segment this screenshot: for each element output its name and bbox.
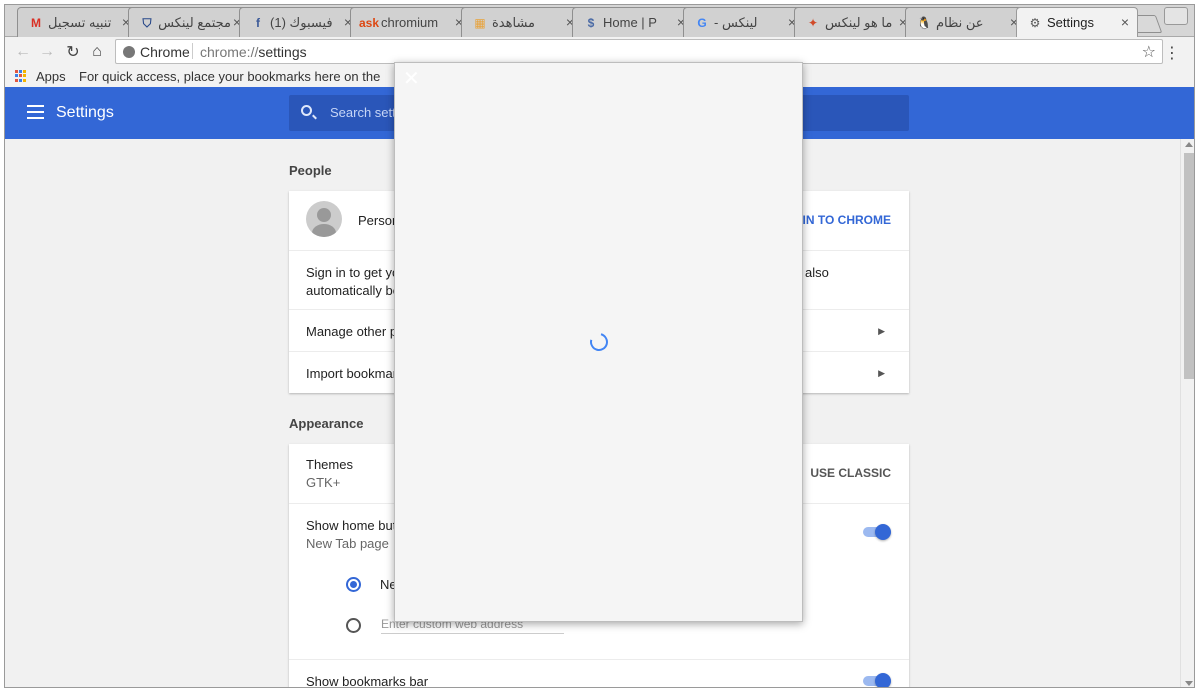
apps-grid-icon[interactable]	[15, 70, 27, 82]
tab-close-icon[interactable]: ×	[1121, 14, 1129, 30]
tab-title: مشاهدة	[492, 15, 536, 30]
section-appearance: Appearance	[289, 416, 364, 431]
url-path: settings	[258, 44, 307, 60]
gear-icon: ⚙	[1029, 16, 1041, 30]
home-button-sub: New Tab page	[306, 536, 389, 551]
tab-title: Settings	[1047, 15, 1094, 30]
signin-text-line1: Sign in to get you	[306, 265, 407, 280]
gmail-icon: M	[31, 16, 41, 30]
tab-strip: M تنبيه تسجيل × ⛉ مجتمع لينكس × f فيسبوك (1) × as…	[5, 5, 1194, 37]
manage-people-label: Manage other pe	[306, 324, 405, 339]
arrow-right-icon: ▶	[878, 368, 885, 378]
section-people: People	[289, 163, 332, 178]
tab-item[interactable]: f فيسبوك (1) ×	[239, 7, 361, 37]
reload-icon[interactable]: ↻	[63, 42, 83, 62]
bookmarks-hint: For quick access, place your bookmarks h…	[79, 69, 381, 84]
tab-title: chromium	[381, 15, 439, 30]
tab-item[interactable]: ⛉ مجتمع لينكس ×	[128, 7, 250, 37]
dollar-site-icon: $	[587, 16, 595, 30]
bookmarks-bar-toggle[interactable]	[863, 673, 891, 687]
themes-value: GTK+	[306, 475, 341, 490]
profile-icon[interactable]	[1164, 7, 1188, 25]
hamburger-menu-icon[interactable]	[27, 105, 44, 119]
askubuntu-icon: ask	[358, 16, 380, 30]
sign-in-dialog: ✕	[394, 62, 803, 622]
back-icon[interactable]: ←	[13, 42, 33, 62]
site-favicon: ▦	[474, 16, 486, 30]
search-placeholder: Search setti	[330, 105, 399, 120]
bookmarks-bar-label: Show bookmarks bar	[306, 674, 429, 688]
chrome-page-icon	[123, 46, 135, 58]
tab-item[interactable]: ask chromium ×	[350, 7, 472, 37]
address-bar[interactable]: Chrome chrome://settings ☆	[115, 39, 1163, 64]
tab-settings[interactable]: ⚙ Settings ×	[1016, 7, 1138, 37]
page-title: Settings	[56, 104, 114, 121]
home-button-label: Show home butt	[306, 518, 400, 533]
search-icon	[301, 105, 312, 116]
scrollbar[interactable]	[1180, 139, 1194, 687]
arrow-right-icon: ▶	[878, 326, 885, 336]
tab-item[interactable]: $ Home | P ×	[572, 7, 694, 37]
site-favicon-red: ✦	[807, 16, 819, 30]
tab-item[interactable]: M تنبيه تسجيل ×	[17, 7, 139, 37]
radio-new-tab[interactable]	[346, 577, 361, 592]
close-icon[interactable]: ✕	[403, 69, 420, 89]
shield-icon: ⛉	[142, 15, 152, 30]
facebook-icon: f	[256, 16, 260, 30]
url-prefix: chrome://	[200, 44, 259, 60]
avatar	[306, 201, 342, 237]
tab-item[interactable]: G لينكس - ×	[683, 7, 805, 37]
themes-label: Themes	[306, 457, 353, 472]
url-text: chrome://settings	[200, 44, 307, 60]
origin-chip: Chrome	[140, 44, 190, 60]
scroll-down-icon[interactable]	[1185, 681, 1193, 686]
bookmark-star-icon[interactable]: ☆	[1142, 42, 1156, 62]
home-icon[interactable]: ⌂	[87, 42, 107, 62]
forward-icon[interactable]: →	[37, 42, 57, 62]
tab-title: لينكس -	[714, 15, 758, 30]
tux-icon: 🐧	[916, 16, 932, 30]
signin-text-line2: automatically be	[306, 283, 400, 298]
tab-title: تنبيه تسجيل	[48, 15, 112, 30]
browser-window: M تنبيه تسجيل × ⛉ مجتمع لينكس × f فيسبوك (1) × as…	[4, 4, 1195, 688]
import-bookmarks-label: Import bookmark	[306, 366, 404, 381]
apps-shortcut[interactable]: Apps	[36, 69, 66, 84]
menu-dots-icon[interactable]: ⋮	[1164, 43, 1180, 63]
tab-title: فيسبوك (1)	[270, 15, 333, 30]
tab-title: ما هو لينكس	[825, 15, 893, 30]
tab-title: Home | P	[603, 15, 657, 30]
radio-custom-address[interactable]	[346, 618, 361, 633]
loading-spinner-icon	[586, 329, 612, 355]
tab-item[interactable]: ✦ ما هو لينكس ×	[794, 7, 916, 37]
tab-item[interactable]: ▦ مشاهدة ×	[461, 7, 583, 37]
scrollbar-thumb[interactable]	[1184, 153, 1194, 379]
scroll-up-icon[interactable]	[1185, 142, 1193, 147]
omnibox-separator	[192, 43, 193, 59]
sign-in-button[interactable]: N IN TO CHROME	[791, 213, 891, 227]
tab-title: عن نظام	[936, 15, 984, 30]
tab-item[interactable]: 🐧 عن نظام ×	[905, 7, 1027, 37]
tab-title: مجتمع لينكس	[159, 15, 231, 30]
use-classic-button[interactable]: USE CLASSIC	[810, 466, 891, 480]
home-button-toggle[interactable]	[863, 524, 891, 540]
bookmarks-bar-row: Show bookmarks bar	[289, 659, 909, 688]
google-icon: G	[697, 16, 707, 30]
signin-text-right: also	[805, 265, 829, 280]
